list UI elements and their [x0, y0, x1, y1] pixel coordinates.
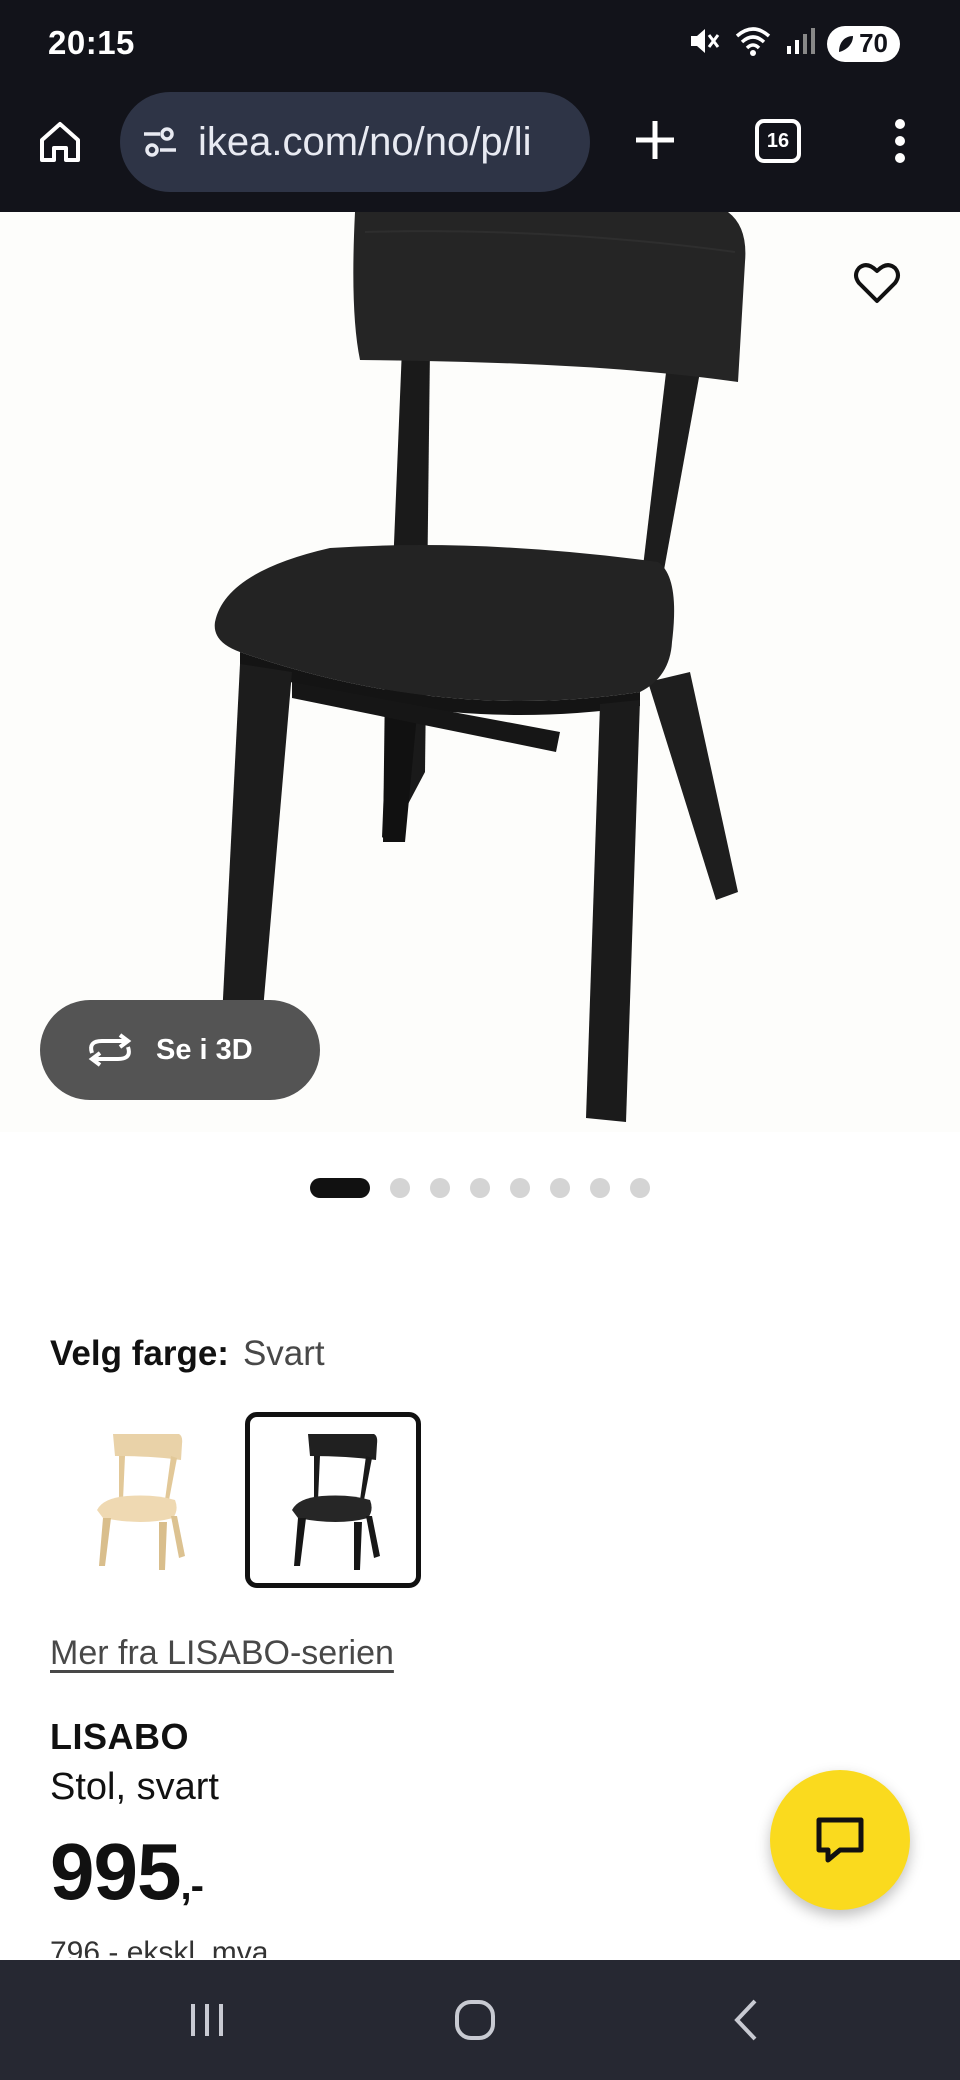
battery-icon: 70 — [827, 25, 900, 62]
price-ex-vat: 796,- ekskl. mva — [50, 1936, 269, 1958]
color-option-black[interactable] — [245, 1412, 421, 1588]
favorite-button[interactable] — [844, 250, 910, 316]
series-link[interactable]: Mer fra LISABO-serien — [50, 1634, 394, 1673]
browser-toolbar: ikea.com/no/no/p/li 16 — [0, 90, 960, 212]
carousel-indicator — [0, 1178, 960, 1198]
back-icon — [734, 1999, 757, 2041]
tab-count: 16 — [766, 129, 790, 152]
product-price: 995,- — [50, 1832, 204, 1912]
rotate-3d-icon — [88, 1033, 132, 1067]
home-icon — [40, 122, 80, 162]
nav-home-button[interactable] — [445, 1990, 505, 2050]
color-option-natural[interactable] — [50, 1412, 226, 1588]
url-text: ikea.com/no/no/p/li — [198, 119, 532, 164]
signal-icon — [785, 24, 816, 63]
natural-chair-thumbnail — [97, 1434, 185, 1570]
color-selector-heading: Velg farge: Svart — [50, 1334, 325, 1374]
carousel-dot[interactable] — [510, 1178, 530, 1198]
tabs-button[interactable]: 16 — [755, 119, 801, 163]
product-image-gallery[interactable]: Se i 3D — [0, 212, 960, 1132]
wifi-icon — [733, 24, 773, 63]
status-time: 20:15 — [48, 24, 135, 61]
recent-apps-button[interactable] — [177, 1990, 237, 2050]
nav-back-button[interactable] — [716, 1990, 776, 2050]
recent-apps-icon — [191, 2004, 223, 2036]
new-tab-icon — [636, 121, 674, 159]
color-label: Velg farge: — [50, 1334, 229, 1373]
carousel-dot[interactable] — [430, 1178, 450, 1198]
system-nav-bar — [0, 1960, 960, 2080]
chair-image — [214, 212, 746, 1122]
address-bar[interactable]: ikea.com/no/no/p/li — [120, 92, 590, 192]
battery-level: 70 — [859, 28, 888, 58]
product-description: Stol, svart — [50, 1766, 219, 1808]
black-chair-thumbnail — [292, 1434, 380, 1570]
price-suffix: ,- — [180, 1864, 203, 1908]
carousel-dot[interactable] — [550, 1178, 570, 1198]
new-tab-button[interactable] — [625, 110, 685, 170]
chat-icon — [816, 1817, 864, 1863]
product-name: LISABO — [50, 1716, 190, 1757]
nav-home-icon — [455, 2000, 495, 2040]
color-value: Svart — [242, 1334, 325, 1373]
home-button[interactable] — [30, 112, 90, 172]
carousel-dot[interactable] — [470, 1178, 490, 1198]
view-3d-label: Se i 3D — [156, 1033, 253, 1066]
heart-icon — [854, 263, 900, 303]
more-menu-button[interactable] — [880, 110, 920, 172]
mute-icon — [687, 24, 721, 63]
carousel-dot[interactable] — [310, 1178, 370, 1198]
status-icons: 70 — [687, 24, 900, 63]
site-settings-icon — [144, 127, 176, 157]
carousel-dot[interactable] — [390, 1178, 410, 1198]
price-value: 995 — [50, 1827, 181, 1916]
view-3d-button[interactable]: Se i 3D — [40, 1000, 320, 1100]
chat-button[interactable] — [770, 1770, 910, 1910]
status-bar: 20:15 70 — [0, 0, 960, 90]
carousel-dot[interactable] — [630, 1178, 650, 1198]
more-menu-icon — [895, 119, 905, 163]
carousel-dot[interactable] — [590, 1178, 610, 1198]
